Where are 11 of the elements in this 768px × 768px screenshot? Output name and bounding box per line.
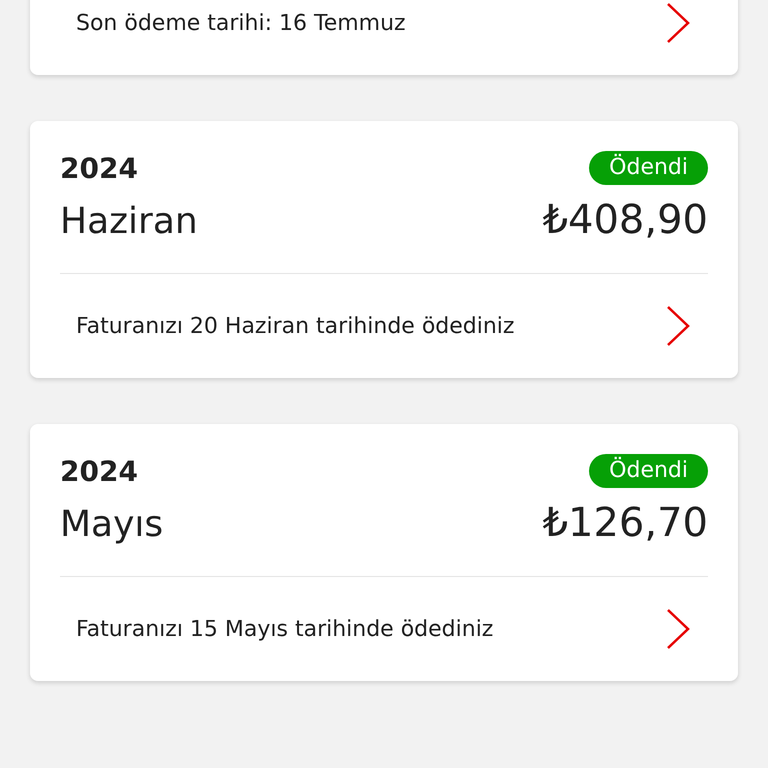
status-badge: Ödendi bbox=[589, 151, 708, 185]
status-badge: Ödendi bbox=[589, 454, 708, 488]
bill-month: Mayıs bbox=[60, 504, 164, 545]
bill-note: Faturanızı 20 Haziran tarihinde ödediniz bbox=[76, 314, 514, 338]
bill-amount: ₺126,70 bbox=[542, 500, 708, 546]
bill-amount: ₺408,90 bbox=[542, 197, 708, 243]
bill-note: Faturanızı 15 Mayıs tarihinde ödediniz bbox=[76, 616, 494, 642]
bill-note: Son ödeme tarihi: 16 Temmuz bbox=[76, 10, 406, 36]
bill-year: 2024 bbox=[60, 152, 138, 184]
bill-year: 2024 bbox=[60, 454, 138, 488]
bill-month: Haziran bbox=[60, 201, 198, 242]
